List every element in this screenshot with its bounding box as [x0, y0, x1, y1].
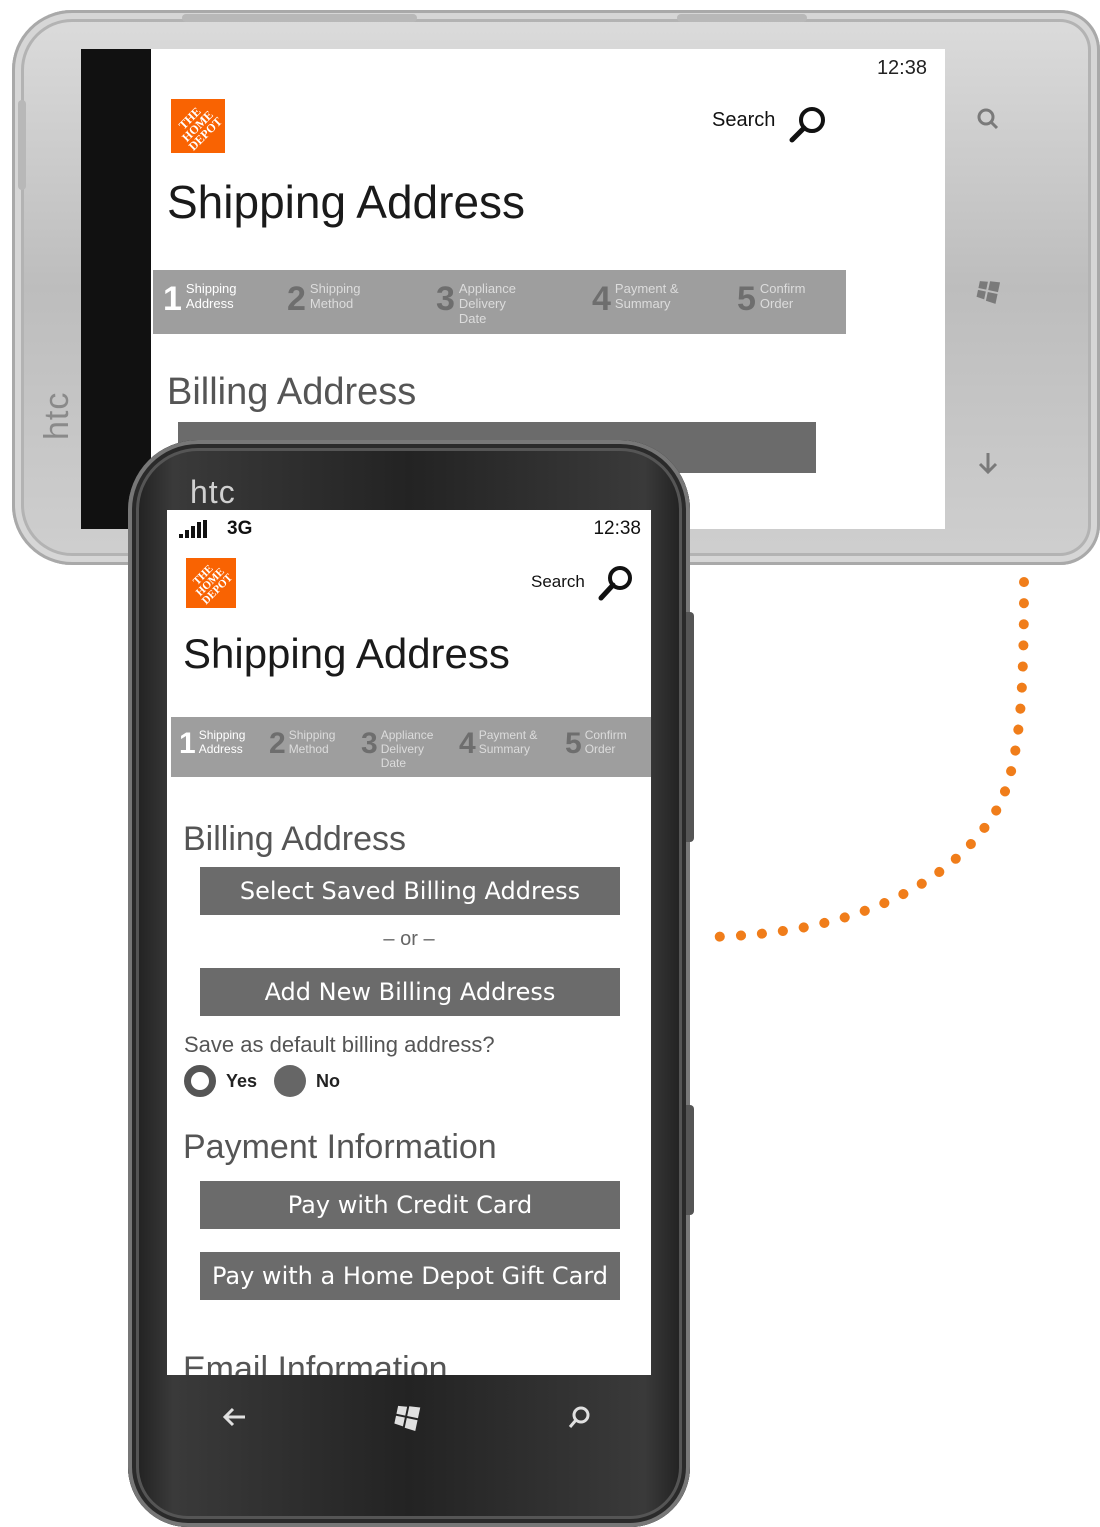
radio-yes[interactable]: Yes	[184, 1065, 257, 1097]
radio-label: No	[316, 1070, 340, 1091]
radio-circle[interactable]	[274, 1065, 306, 1097]
step-label: Shipping Address	[198, 728, 246, 756]
step-number: 5	[565, 727, 582, 760]
radio-no[interactable]: No	[274, 1065, 340, 1097]
step-label: Shipping Method	[288, 728, 336, 756]
step-shipping-method[interactable]: 2 Shipping Method	[269, 727, 341, 760]
default-billing-question: Save as default billing address?	[184, 1032, 495, 1057]
search-label[interactable]: Search	[531, 572, 585, 592]
step-number: 2	[269, 727, 286, 760]
portrait-screen: 3G 12:38 THE HOME DEPOT Search Shipping Ad…	[167, 510, 651, 1375]
email-information-heading: Email Information	[183, 1350, 448, 1375]
search-icon[interactable]	[595, 562, 637, 604]
step-number: 3	[361, 727, 378, 760]
pay-credit-card-button[interactable]: Pay with Credit Card	[200, 1181, 620, 1229]
step-label: Appliance Delivery Date	[380, 728, 434, 770]
windows-icon[interactable]	[392, 1402, 422, 1432]
step-appliance-delivery[interactable]: 3 Appliance Delivery Date	[361, 727, 439, 770]
step-payment-summary[interactable]: 4 Payment & Summary	[459, 727, 541, 760]
side-hardware-button	[686, 612, 694, 842]
checkout-steps: 1 Shipping Address 2 Shipping Method 3 A…	[171, 717, 651, 777]
network-type: 3G	[227, 518, 253, 539]
search-icon[interactable]	[565, 1402, 595, 1432]
status-time: 12:38	[593, 518, 641, 539]
step-shipping-address[interactable]: 1 Shipping Address	[179, 727, 253, 760]
or-divider: – or –	[383, 928, 435, 950]
step-confirm-order[interactable]: 5 Confirm Order	[565, 727, 635, 760]
step-number: 4	[459, 727, 476, 760]
payment-information-heading: Payment Information	[183, 1128, 497, 1166]
step-label: Confirm Order	[584, 728, 627, 756]
home-depot-logo[interactable]: THE HOME DEPOT	[186, 558, 236, 608]
signal-icon	[179, 520, 207, 538]
side-hardware-button	[686, 1105, 694, 1215]
step-label: Payment & Summary	[478, 728, 538, 756]
select-saved-billing-button[interactable]: Select Saved Billing Address	[200, 867, 620, 915]
pay-gift-card-button[interactable]: Pay with a Home Depot Gift Card	[200, 1252, 620, 1300]
add-new-billing-button[interactable]: Add New Billing Address	[200, 968, 620, 1016]
status-bar: 3G 12:38	[167, 510, 651, 550]
page-title: Shipping Address	[183, 630, 510, 677]
radio-label: Yes	[226, 1070, 258, 1091]
radio-circle[interactable]	[184, 1065, 216, 1097]
step-number: 1	[179, 727, 196, 760]
back-icon[interactable]	[220, 1402, 250, 1432]
htc-logo: htc	[190, 474, 236, 510]
billing-address-heading: Billing Address	[183, 820, 407, 858]
